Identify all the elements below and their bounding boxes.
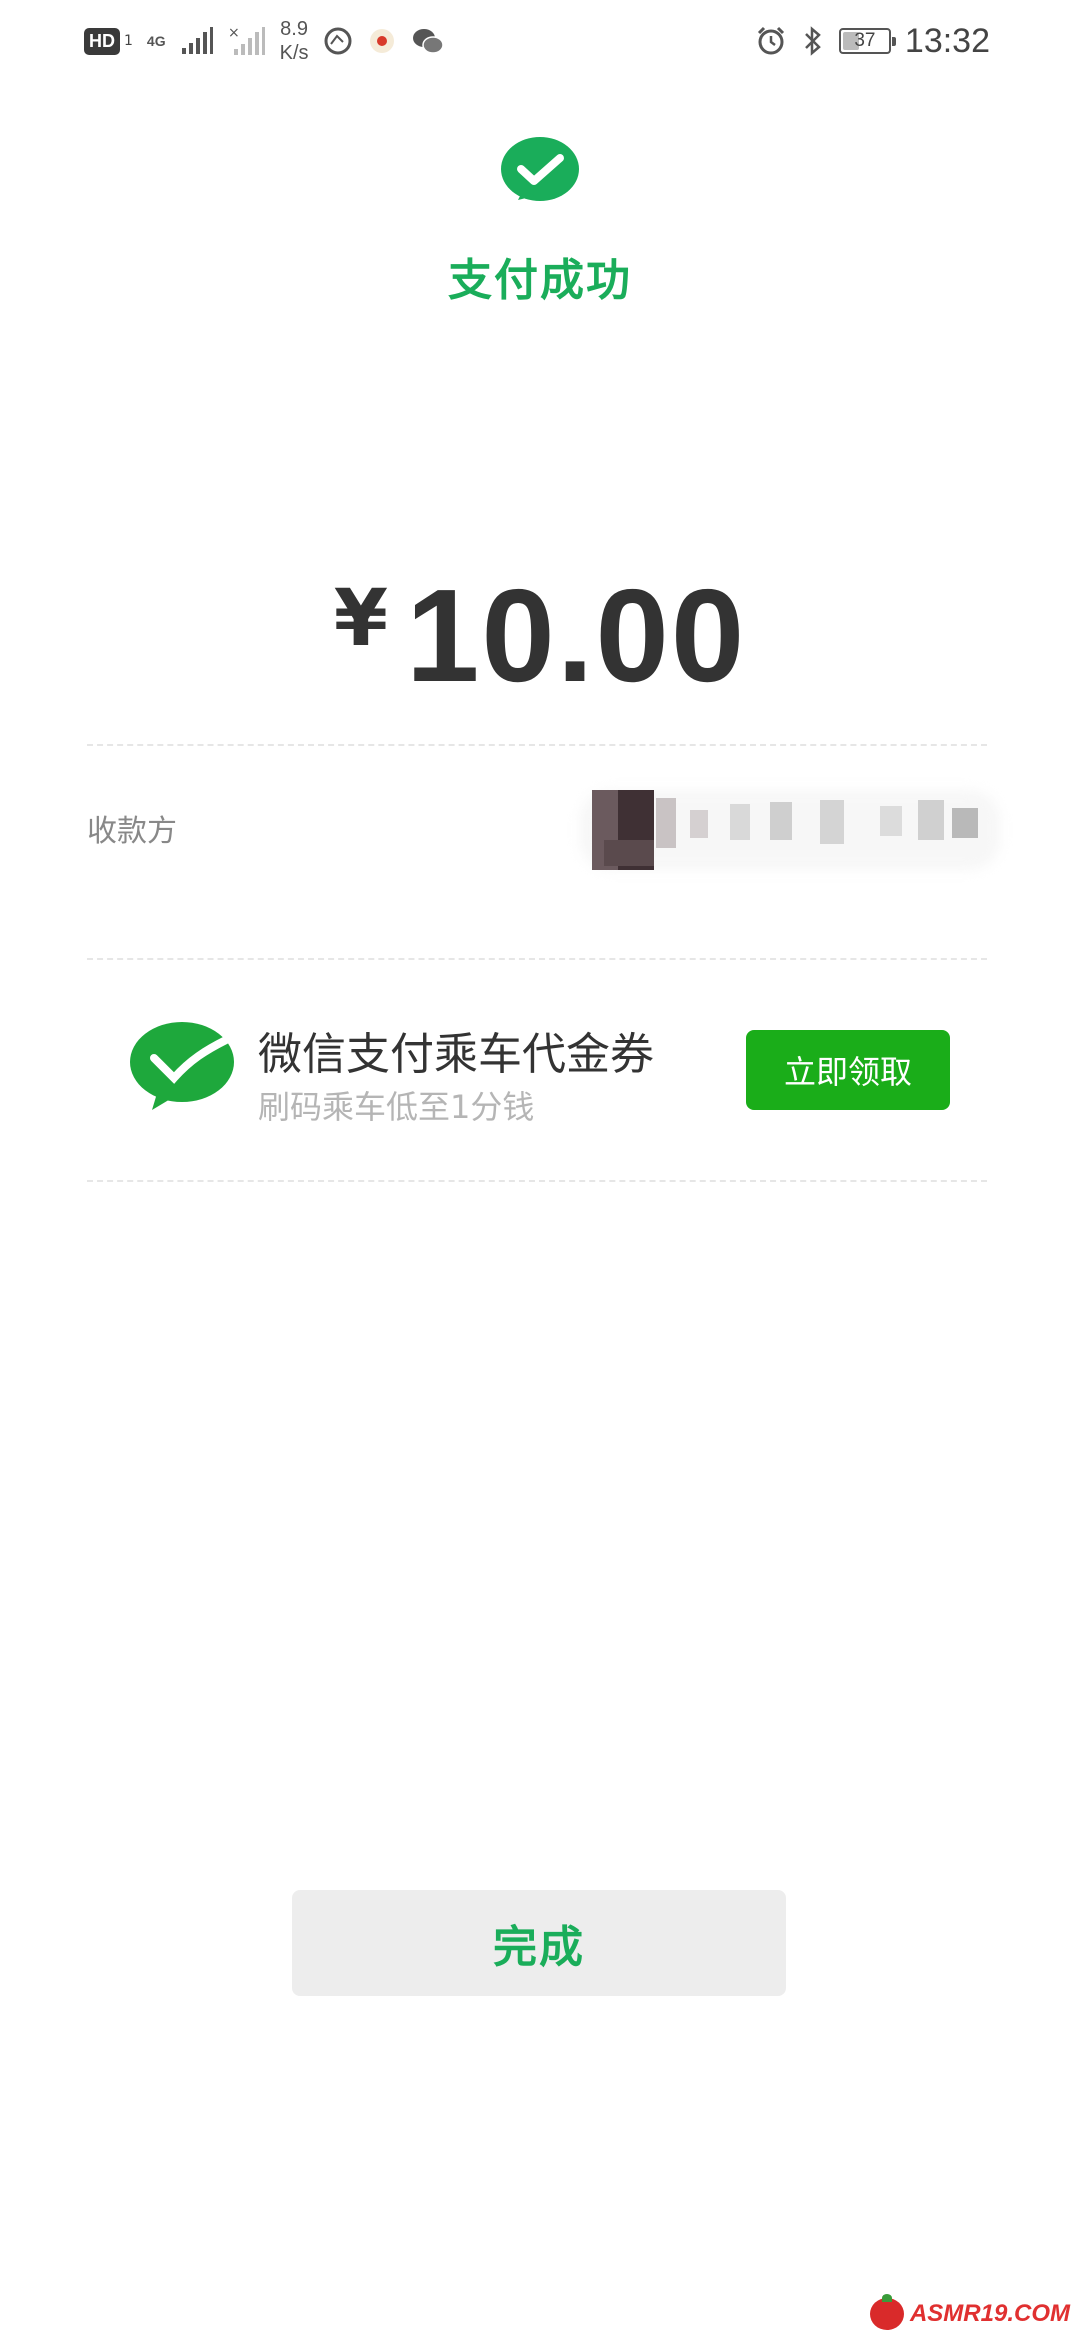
payment-amount: ¥10.00	[0, 560, 1080, 711]
svg-text:×: ×	[228, 25, 240, 41]
sim-number: 1	[124, 33, 133, 49]
network-speed-unit: K/s	[279, 42, 309, 64]
payee-label: 收款方	[87, 814, 177, 849]
coupon-subtitle: 刷码乘车低至1分钱	[258, 1088, 535, 1126]
claim-coupon-button[interactable]: 立即领取	[746, 1030, 950, 1110]
bluetooth-icon	[805, 26, 821, 56]
alarm-icon	[757, 26, 784, 55]
page-title: 支付成功	[448, 255, 632, 306]
signal-icon	[181, 27, 213, 54]
status-bar-right: 37 13:32	[755, 16, 990, 66]
no-signal-icon: ×	[228, 25, 265, 55]
status-bar-left: HD 1 4G × 8.9 K/s	[84, 16, 445, 66]
app-notification-icon	[324, 27, 352, 55]
wechat-pay-logo-icon	[130, 1022, 234, 1110]
divider	[87, 1180, 987, 1182]
status-time: 13:32	[904, 21, 990, 60]
wechat-notification-icon	[412, 29, 444, 54]
network-speed-value: 8.9	[280, 18, 308, 40]
coupon-title: 微信支付乘车代金券	[258, 1029, 654, 1080]
battery-indicator: 37	[838, 28, 896, 54]
watermark: ASMR19.COM	[869, 2294, 1070, 2332]
currency-symbol: ¥	[333, 574, 388, 664]
app-notification-icon	[369, 29, 394, 53]
tomato-icon	[869, 2294, 904, 2330]
network-type: 4G	[146, 33, 166, 49]
watermark-text: ASMR19.COM	[909, 2300, 1070, 2327]
network-speed: 8.9 K/s	[280, 17, 309, 65]
divider	[87, 958, 987, 960]
wechat-pay-success-icon	[501, 137, 579, 201]
status-bar: HD 1 4G × 8.9 K/s 37 13:32	[0, 0, 1080, 80]
hd-voice-badge: HD	[84, 27, 120, 55]
divider	[87, 744, 987, 746]
battery-level: 37	[854, 30, 876, 51]
payee-name-pixelated	[580, 780, 1000, 880]
amount-value: 10.00	[405, 562, 747, 709]
done-button[interactable]: 完成	[292, 1890, 786, 1996]
